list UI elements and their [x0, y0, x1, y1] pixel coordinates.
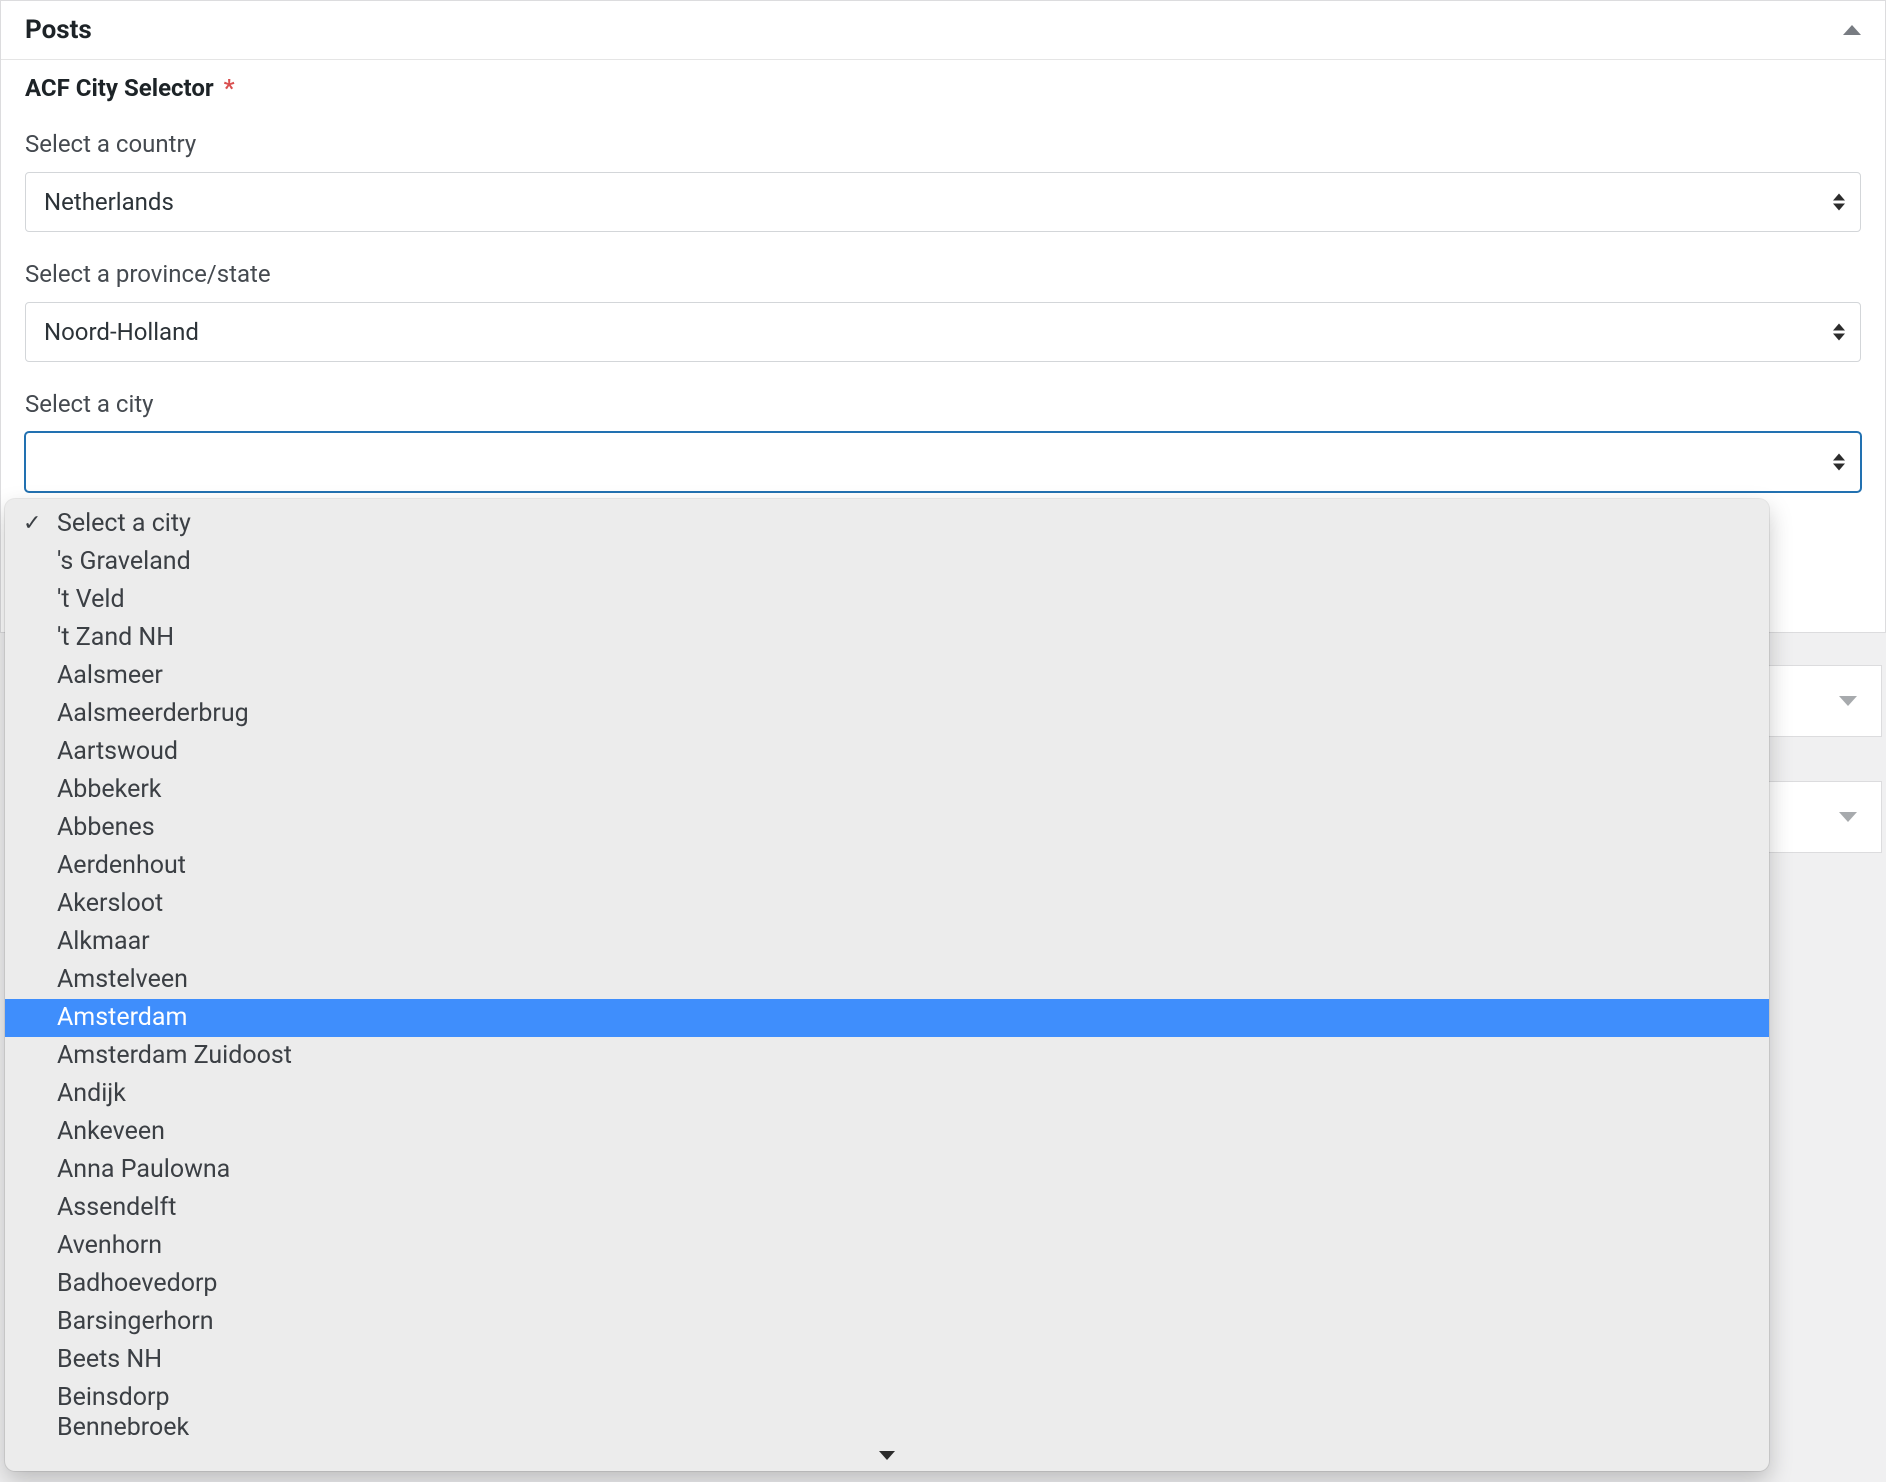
field-group-title-text: ACF City Selector: [25, 74, 214, 102]
city-option[interactable]: Badhoevedorp: [5, 1265, 1769, 1303]
province-select[interactable]: Noord-Holland: [25, 302, 1861, 362]
country-select[interactable]: Netherlands: [25, 172, 1861, 232]
city-option[interactable]: 't Veld: [5, 581, 1769, 619]
country-select-wrap: Netherlands: [25, 172, 1861, 232]
collapsed-metabox[interactable]: [1762, 665, 1882, 737]
city-select-wrap: Select a city: [25, 432, 1861, 492]
select-arrows-icon: [1833, 454, 1845, 471]
chevron-down-icon: [1839, 812, 1857, 822]
posts-metabox: Posts ACF City Selector * Select a count…: [0, 0, 1886, 633]
city-option[interactable]: 't Zand NH: [5, 619, 1769, 657]
city-option[interactable]: Ankeveen: [5, 1113, 1769, 1151]
city-option[interactable]: Assendelft: [5, 1189, 1769, 1227]
city-option[interactable]: Bennebroek: [5, 1417, 1769, 1439]
city-option[interactable]: Abbekerk: [5, 771, 1769, 809]
dropdown-scroll-hint[interactable]: [5, 1439, 1769, 1471]
city-option[interactable]: Barsingerhorn: [5, 1303, 1769, 1341]
panel-toggle-icon[interactable]: [1843, 25, 1861, 35]
city-option[interactable]: Aalsmeerderbrug: [5, 695, 1769, 733]
required-marker: *: [224, 74, 235, 102]
city-label: Select a city: [25, 390, 1861, 418]
city-option[interactable]: Amsterdam: [5, 999, 1769, 1037]
city-option[interactable]: 's Graveland: [5, 543, 1769, 581]
city-option[interactable]: Aartswoud: [5, 733, 1769, 771]
select-arrows-icon: [1833, 194, 1845, 211]
city-option[interactable]: Amsterdam Zuidoost: [5, 1037, 1769, 1075]
city-dropdown-list[interactable]: Select a city's Graveland't Veld't Zand …: [5, 505, 1769, 1439]
field-group-title: ACF City Selector *: [25, 74, 1861, 102]
city-option[interactable]: Alkmaar: [5, 923, 1769, 961]
city-select[interactable]: Select a city: [25, 432, 1861, 492]
city-option[interactable]: Amstelveen: [5, 961, 1769, 999]
chevron-down-icon: [1839, 696, 1857, 706]
province-label: Select a province/state: [25, 260, 1861, 288]
province-select-value: Noord-Holland: [44, 318, 199, 346]
collapsed-metabox[interactable]: [1762, 781, 1882, 853]
country-select-value: Netherlands: [44, 188, 174, 216]
city-option[interactable]: Anna Paulowna: [5, 1151, 1769, 1189]
city-option[interactable]: Avenhorn: [5, 1227, 1769, 1265]
city-option[interactable]: Aerdenhout: [5, 847, 1769, 885]
select-arrows-icon: [1833, 324, 1845, 341]
city-dropdown: Select a city's Graveland't Veld't Zand …: [5, 499, 1769, 1471]
city-option[interactable]: Beets NH: [5, 1341, 1769, 1379]
city-option[interactable]: Aalsmeer: [5, 657, 1769, 695]
city-option[interactable]: Abbenes: [5, 809, 1769, 847]
chevron-down-icon: [879, 1451, 895, 1460]
city-option[interactable]: Akersloot: [5, 885, 1769, 923]
panel-header[interactable]: Posts: [1, 1, 1885, 60]
province-select-wrap: Noord-Holland: [25, 302, 1861, 362]
city-option[interactable]: Beinsdorp: [5, 1379, 1769, 1417]
country-label: Select a country: [25, 130, 1861, 158]
panel-title: Posts: [25, 15, 92, 45]
city-option[interactable]: Select a city: [5, 505, 1769, 543]
city-option[interactable]: Andijk: [5, 1075, 1769, 1113]
